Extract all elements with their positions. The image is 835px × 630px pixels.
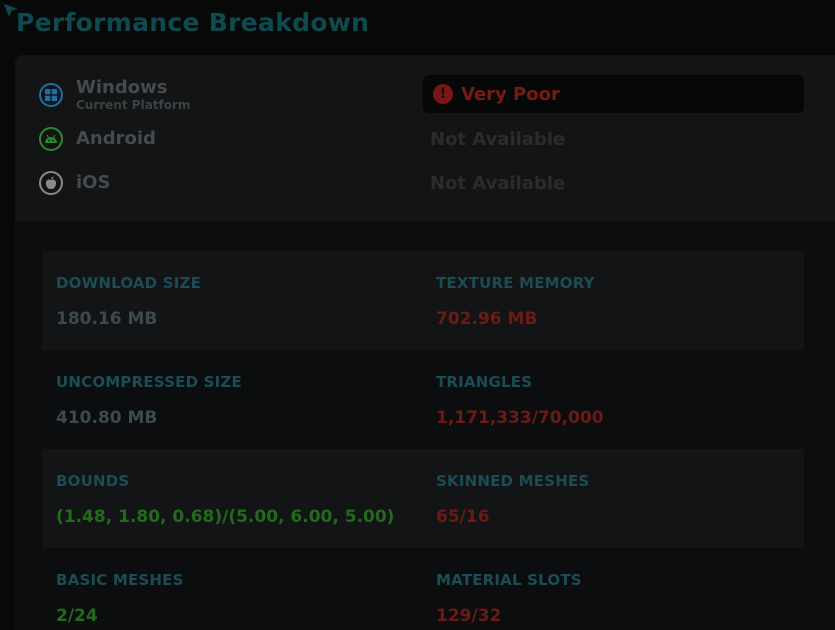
stat-label: MATERIAL SLOTS [436, 571, 582, 589]
stat-download-size: DOWNLOAD SIZE 180.16 MB [56, 251, 426, 350]
stat-uncompressed-size: UNCOMPRESSED SIZE 410.80 MB [56, 350, 426, 449]
stat-row: BOUNDS (1.48, 1.80, 0.68)/(5.00, 6.00, 5… [42, 449, 804, 548]
status-android: Not Available [430, 129, 566, 150]
platform-row-ios[interactable]: iOS [39, 163, 399, 203]
status-ios: Not Available [430, 173, 566, 194]
platform-list: Windows Current Platform Android iOS ! V… [15, 55, 835, 221]
stat-row: BASIC MESHES 2/24 MATERIAL SLOTS 129/32 [42, 548, 804, 630]
platform-name: iOS [76, 172, 111, 193]
platform-subtitle: Current Platform [76, 97, 191, 112]
stat-label: BASIC MESHES [56, 571, 184, 589]
platform-name: Windows [76, 76, 168, 98]
android-icon [39, 127, 63, 151]
stat-value: 180.16 MB [56, 309, 158, 329]
page-title: Performance Breakdown [16, 8, 370, 37]
stat-label: SKINNED MESHES [436, 472, 590, 490]
stat-value: 65/16 [436, 507, 490, 527]
exclamation-icon: ! [433, 84, 453, 104]
stat-label: TEXTURE MEMORY [436, 274, 595, 292]
stat-material-slots: MATERIAL SLOTS 129/32 [436, 548, 806, 630]
apple-icon [39, 171, 63, 195]
stat-skinned-meshes: SKINNED MESHES 65/16 [436, 449, 806, 548]
stat-bounds: BOUNDS (1.48, 1.80, 0.68)/(5.00, 6.00, 5… [56, 449, 426, 548]
stat-label: TRIANGLES [436, 373, 533, 391]
stat-basic-meshes: BASIC MESHES 2/24 [56, 548, 426, 630]
stat-row: UNCOMPRESSED SIZE 410.80 MB TRIANGLES 1,… [42, 350, 804, 449]
stat-value: (1.48, 1.80, 0.68)/(5.00, 6.00, 5.00) [56, 507, 395, 527]
rating-status-windows: ! Very Poor [423, 75, 804, 113]
performance-panel: Windows Current Platform Android iOS ! V… [15, 55, 835, 630]
platform-row-windows[interactable]: Windows Current Platform [39, 75, 399, 115]
rating-text: Very Poor [461, 83, 560, 105]
stat-row: DOWNLOAD SIZE 180.16 MB TEXTURE MEMORY 7… [42, 251, 804, 350]
stat-texture-memory: TEXTURE MEMORY 702.96 MB [436, 251, 806, 350]
stat-value: 410.80 MB [56, 408, 158, 428]
platform-name: Android [76, 128, 156, 149]
platform-row-android[interactable]: Android [39, 119, 399, 159]
stat-value: 2/24 [56, 606, 98, 626]
stat-value: 1,171,333/70,000 [436, 408, 604, 428]
stat-label: DOWNLOAD SIZE [56, 274, 202, 292]
stats-grid: DOWNLOAD SIZE 180.16 MB TEXTURE MEMORY 7… [42, 251, 804, 630]
stat-label: BOUNDS [56, 472, 130, 490]
stat-value: 702.96 MB [436, 309, 538, 329]
windows-icon [39, 83, 63, 107]
stat-label: UNCOMPRESSED SIZE [56, 373, 242, 391]
stat-value: 129/32 [436, 606, 502, 626]
stat-triangles: TRIANGLES 1,171,333/70,000 [436, 350, 806, 449]
